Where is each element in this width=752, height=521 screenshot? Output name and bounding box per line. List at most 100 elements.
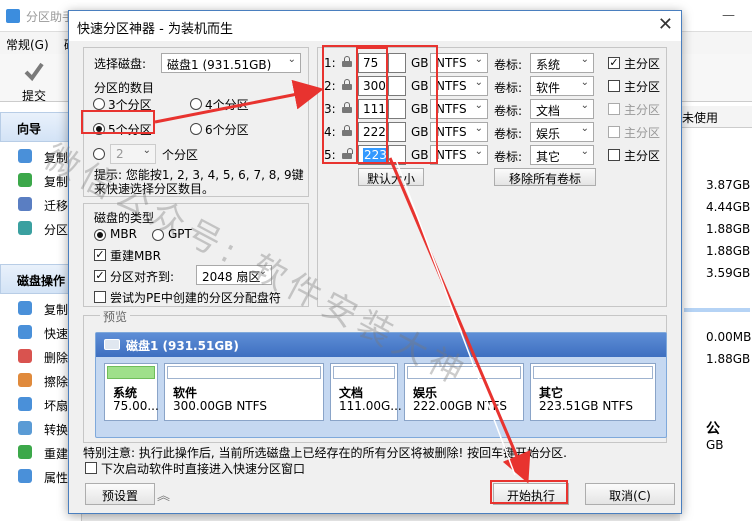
rebuild-mbr-checkbox[interactable]: ✓ — [94, 249, 106, 261]
chevron-down-icon: ⌄ — [580, 54, 589, 65]
chevron-down-icon: ⌄ — [474, 100, 483, 111]
volume-label-select[interactable]: 软件 ⌄ — [530, 76, 594, 96]
partition-detail: 223.51GB NTFS — [539, 399, 633, 413]
remove-all-labels-button[interactable]: 移除所有卷标 — [494, 168, 596, 186]
size-spinner[interactable] — [388, 99, 406, 119]
quick-partition-dialog: 快速分区神器 - 为装机而生 ✕ 选择磁盘: 磁盘1 (931.51GB) ⌄ … — [68, 10, 682, 514]
preview-partition[interactable]: 其它 223.51GB NTFS — [530, 363, 656, 421]
primary-partition-label: 主分区 — [624, 103, 661, 117]
properties-icon — [18, 469, 32, 483]
align-select[interactable]: 2048 扇区 ⌄ — [196, 265, 272, 285]
unlock-icon[interactable] — [342, 148, 353, 159]
size-spinner[interactable] — [388, 122, 406, 142]
app-logo-icon — [6, 9, 20, 23]
primary-partition-label: 主分区 — [624, 149, 661, 163]
disk-op-item[interactable]: 属性 — [44, 469, 68, 486]
filesystem-select[interactable]: NTFS ⌄ — [430, 99, 488, 119]
lock-icon[interactable] — [342, 79, 352, 90]
size-unit: GB — [411, 148, 429, 162]
chevron-down-icon: ⌄ — [287, 54, 296, 65]
quick-partition-icon — [18, 325, 32, 339]
disk-select[interactable]: 磁盘1 (931.51GB) ⌄ — [161, 53, 301, 73]
gpt-label: GPT — [168, 227, 192, 241]
close-icon[interactable]: ✕ — [658, 14, 673, 35]
checkmark-icon — [24, 62, 44, 82]
lock-icon[interactable] — [342, 56, 352, 67]
partition-number: 4: — [324, 125, 336, 139]
primary-partition-checkbox[interactable] — [608, 80, 620, 92]
preview-partition[interactable]: 娱乐 222.00GB NTFS — [404, 363, 524, 421]
usage-bar — [684, 308, 750, 312]
preset-button[interactable]: 预设置 — [85, 483, 155, 505]
size-spinner[interactable] — [388, 53, 406, 73]
size-unit: GB — [411, 56, 429, 70]
primary-partition-label: 主分区 — [624, 80, 661, 94]
filesystem-select[interactable]: NTFS ⌄ — [430, 76, 488, 96]
preview-partition[interactable]: 软件 300.00GB NTFS — [164, 363, 324, 421]
submit-button[interactable]: 提交 — [14, 60, 54, 104]
volume-label-text: 卷标: — [494, 127, 523, 141]
lock-icon[interactable] — [342, 102, 352, 113]
migrate-system-icon — [18, 197, 32, 211]
copy-disk-icon — [18, 301, 32, 315]
primary-partition-checkbox[interactable] — [608, 126, 620, 138]
primary-partition-label: 主分区 — [624, 57, 661, 71]
partition-detail: 75.00... — [113, 399, 159, 413]
radio-6-partitions[interactable] — [190, 123, 202, 135]
radio-5-partitions[interactable] — [93, 123, 105, 135]
unused-size: 1.88GB — [706, 352, 751, 366]
usage-bar — [333, 366, 395, 379]
pe-drive-letter-checkbox[interactable] — [94, 291, 106, 303]
partition-list-group: 1: 75 GB NTFS ⌄ 卷标: 系统 ⌄ ✓ 主分区 2: 300 GB N… — [317, 47, 667, 307]
lock-icon[interactable] — [342, 125, 352, 136]
startup-quick-partition-checkbox[interactable] — [85, 462, 97, 474]
filesystem-select[interactable]: NTFS ⌄ — [430, 145, 488, 165]
usage-bar — [107, 366, 155, 379]
volume-label-select[interactable]: 文档 ⌄ — [530, 99, 594, 119]
filesystem-select[interactable]: NTFS ⌄ — [430, 122, 488, 142]
volume-label-select[interactable]: 系统 ⌄ — [530, 53, 594, 73]
custom-count-suffix: 个分区 — [162, 148, 199, 162]
primary-partition-checkbox[interactable] — [608, 149, 620, 161]
align-checkbox[interactable]: ✓ — [94, 270, 106, 282]
size-spinner[interactable] — [388, 76, 406, 96]
custom-count-select[interactable]: 2 ⌄ — [110, 144, 156, 164]
partition-number: 5: — [324, 148, 336, 162]
radio-mbr[interactable] — [94, 229, 106, 241]
preview-partition[interactable]: 文档 111.00G... — [330, 363, 402, 421]
default-size-button[interactable]: 默认大小 — [358, 168, 424, 186]
minimize-icon[interactable]: — — [722, 8, 735, 23]
disk-type-group: 磁盘的类型 MBR GPT ✓ 重建MBR ✓ 分区对齐到: 2048 扇区 ⌄… — [83, 203, 309, 307]
volume-label-select[interactable]: 娱乐 ⌄ — [530, 122, 594, 142]
partition-number: 1: — [324, 56, 336, 70]
wipe-icon — [18, 373, 32, 387]
preview-partition[interactable]: 系统 75.00... — [104, 363, 159, 421]
chevron-up-double-icon[interactable]: ︽ — [157, 485, 170, 504]
chevron-down-icon: ⌄ — [580, 100, 589, 111]
convert-icon — [18, 421, 32, 435]
primary-partition-checkbox[interactable] — [608, 103, 620, 115]
volume-label-text: 卷标: — [494, 81, 523, 95]
menu-general[interactable]: 常规(G) — [6, 36, 49, 53]
radio-custom-count[interactable] — [93, 148, 105, 160]
radio-3-partitions[interactable] — [93, 98, 105, 110]
primary-partition-checkbox[interactable]: ✓ — [608, 57, 620, 69]
unused-size: GB — [706, 438, 724, 452]
partition-number: 3: — [324, 102, 336, 116]
start-execute-button[interactable]: 开始执行 — [493, 483, 569, 505]
chevron-down-icon: ⌄ — [580, 123, 589, 134]
chevron-down-icon: ⌄ — [474, 54, 483, 65]
size-unit: GB — [411, 102, 429, 116]
filesystem-select[interactable]: NTFS ⌄ — [430, 53, 488, 73]
disk-preview: 磁盘1 (931.51GB) 系统 75.00... 软件 300.00GB N… — [95, 332, 667, 438]
volume-label-select[interactable]: 其它 ⌄ — [530, 145, 594, 165]
startup-quick-partition-label: 下次启动软件时直接进入快速分区窗口 — [101, 462, 306, 476]
unused-column-header[interactable]: 未使用 — [680, 106, 752, 128]
radio-gpt[interactable] — [152, 229, 164, 241]
radio-4-partitions[interactable] — [190, 98, 202, 110]
size-spinner[interactable] — [388, 145, 406, 165]
cancel-button[interactable]: 取消(C) — [585, 483, 675, 505]
partition-detail: 222.00GB NTFS — [413, 399, 507, 413]
unused-size: 3.87GB — [706, 178, 751, 192]
primary-partition-label: 主分区 — [624, 126, 661, 140]
